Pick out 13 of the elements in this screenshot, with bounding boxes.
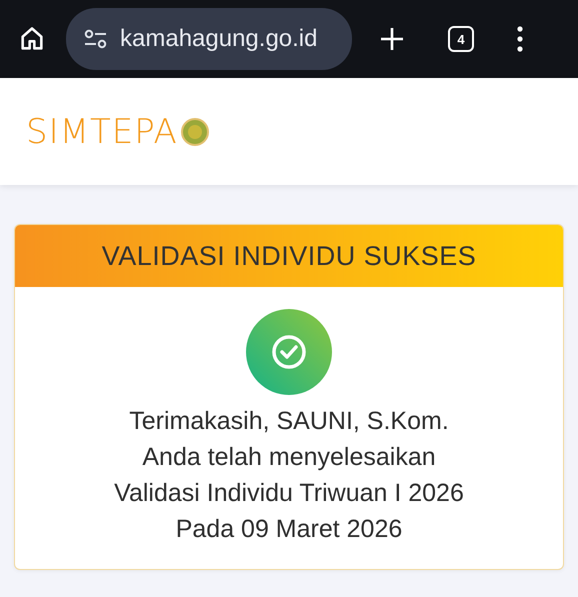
card-header: VALIDASI INDIVIDU SUKSES — [15, 225, 563, 287]
menu-icon[interactable] — [516, 26, 524, 52]
new-tab-icon[interactable] — [378, 25, 406, 53]
emblem-icon — [180, 116, 210, 146]
address-bar[interactable]: kamahagung.go.id — [66, 8, 352, 70]
logo-text: SIMTEPA — [26, 112, 178, 152]
tab-count-button[interactable]: 4 — [448, 26, 474, 52]
message-line: Pada 09 Maret 2026 — [176, 514, 402, 545]
message-line: Anda telah menyelesaikan — [142, 442, 436, 473]
check-circle-icon — [246, 309, 332, 395]
url-text: kamahagung.go.id — [120, 25, 318, 53]
message-line: Terimakasih, SAUNI, S.Kom. — [129, 406, 449, 437]
message-line: Validasi Individu Triwuan I 2026 — [114, 478, 464, 509]
